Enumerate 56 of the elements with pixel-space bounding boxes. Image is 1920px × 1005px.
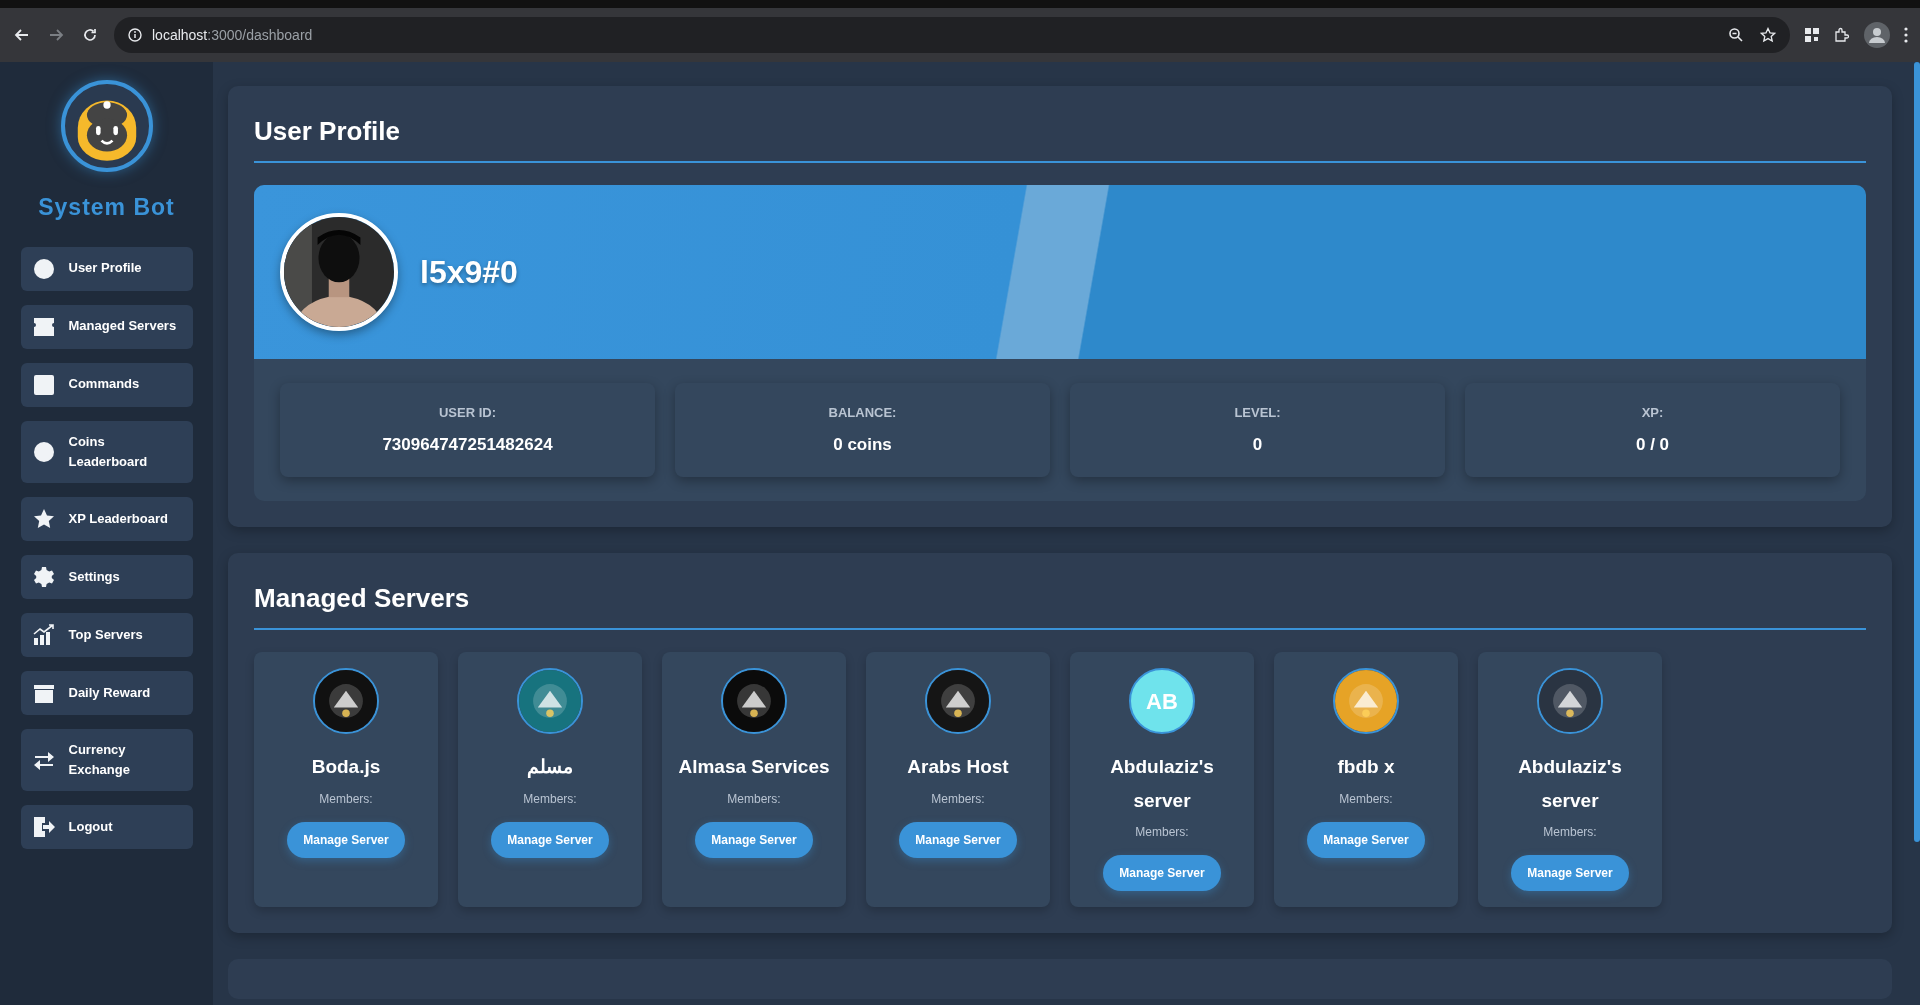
sidebar-item[interactable]: Managed Servers xyxy=(20,304,193,349)
bar-chart-icon xyxy=(32,623,55,646)
url-text: localhost:3000/dashboard xyxy=(152,25,313,45)
brand-name: System Bot xyxy=(38,193,175,222)
square-icon xyxy=(32,373,55,396)
stat-label: BALANCE: xyxy=(828,403,897,422)
extensions-icon[interactable] xyxy=(1834,27,1850,43)
members-label: Members: xyxy=(523,790,577,808)
members-label: Members: xyxy=(1543,823,1597,841)
sidebar-item[interactable]: Currency Exchange xyxy=(20,728,193,792)
server-name: Arabs Host xyxy=(906,755,1010,780)
members-label: Members: xyxy=(727,790,781,808)
sidebar-item[interactable]: Top Servers xyxy=(20,612,193,657)
members-label: Members: xyxy=(1339,790,1393,808)
logout-icon xyxy=(32,816,55,839)
sidebar-item[interactable]: XP Leaderboard xyxy=(20,496,193,541)
server-name: fbdb x xyxy=(1336,755,1396,780)
sidebar-item[interactable]: Logout xyxy=(20,805,193,850)
server-name: Abdulaziz's server xyxy=(1109,755,1215,813)
circle-icon xyxy=(32,440,55,463)
info-icon xyxy=(128,28,142,42)
stat-value: 730964747251482624 xyxy=(382,434,553,457)
members-label: Members: xyxy=(1135,823,1189,841)
sidebar-item[interactable]: Commands xyxy=(20,362,193,407)
members-label: Members: xyxy=(319,790,373,808)
section-title: Managed Servers xyxy=(254,575,1866,631)
section-title: User Profile xyxy=(254,108,1866,164)
ticket-icon xyxy=(32,315,55,338)
sidebar-item[interactable]: Daily Reward xyxy=(20,670,193,715)
star-icon xyxy=(32,507,55,530)
server-name: مسلم xyxy=(526,755,574,780)
address-bar[interactable]: localhost:3000/dashboard xyxy=(114,17,1790,53)
profile-avatar-icon[interactable] xyxy=(1864,22,1890,48)
stat-label: LEVEL: xyxy=(1234,403,1281,422)
sidebar-item[interactable]: Settings xyxy=(20,554,193,599)
qr-code-icon[interactable] xyxy=(1804,27,1820,43)
stat-value: 0 xyxy=(1252,434,1263,457)
sidebar-item[interactable]: User Profile xyxy=(20,246,193,291)
sidebar-item[interactable]: Coins Leaderboard xyxy=(20,420,193,483)
circle-icon xyxy=(32,257,55,280)
server-name: Abdulaziz's server xyxy=(1517,755,1623,813)
stat-value: 0 coins xyxy=(833,434,892,457)
settings-icon xyxy=(32,565,55,588)
server-name: Boda.js xyxy=(310,755,382,780)
bookmark-star-icon[interactable] xyxy=(1760,27,1776,43)
more-menu-icon[interactable] xyxy=(1904,27,1908,43)
members-label: Members: xyxy=(931,790,985,808)
robot-logo-icon xyxy=(60,80,153,172)
stat-label: USER ID: xyxy=(438,403,497,422)
server-name: Almasa Services xyxy=(677,755,831,780)
stat-label: XP: xyxy=(1641,403,1664,422)
zoom-icon[interactable] xyxy=(1728,27,1744,43)
scrollbar[interactable] xyxy=(1914,62,1920,842)
stat-value: 0 / 0 xyxy=(1635,434,1670,457)
username: l5x9#0 xyxy=(420,253,518,293)
server-avatar: AB xyxy=(1129,668,1195,735)
